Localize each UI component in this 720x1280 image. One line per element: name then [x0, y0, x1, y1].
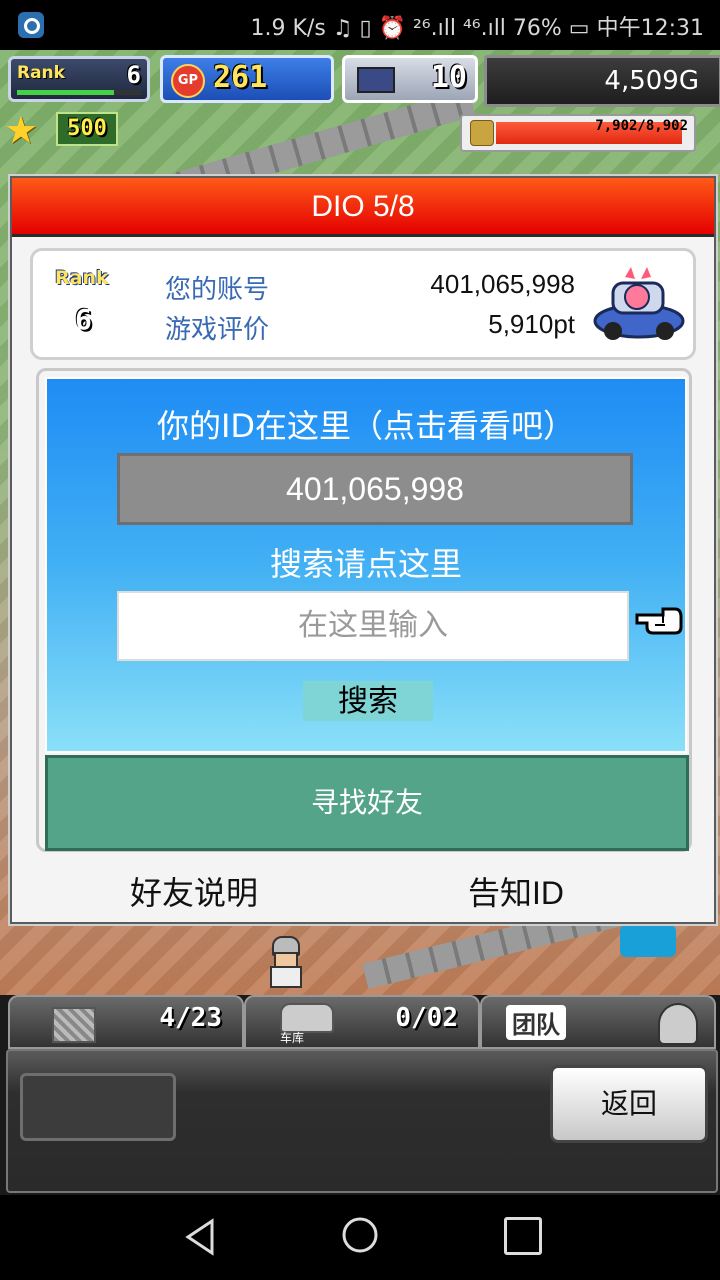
pointing-hand-icon	[635, 607, 683, 635]
car-avatar-icon	[593, 267, 685, 340]
account-value: 401,065,998	[430, 269, 575, 299]
team-label: 团队	[506, 1005, 566, 1040]
id-area: 你的ID在这里（点击看看吧） 401,065,998 搜索请点这里 在这里输入 …	[45, 377, 687, 753]
search-button[interactable]: 搜索	[303, 681, 433, 721]
gp-value: 261	[213, 60, 268, 95]
computer-icon	[357, 67, 395, 93]
profile-rank-label: Rank	[55, 267, 109, 289]
gp-coin-icon: GP	[171, 64, 205, 98]
player-id-display[interactable]: 401,065,998	[117, 453, 633, 525]
status-bar-text: 1.9 K/s ♫ ▯ ⏰ ²⁶.ıll ⁴⁶.ıll 76% ▭ 中午12:3…	[250, 16, 704, 41]
energy-value: 7,902/8,902	[595, 118, 688, 134]
materials-count: 4/23	[159, 1003, 222, 1033]
return-button[interactable]: 返回	[550, 1065, 708, 1143]
id-hint-text: 你的ID在这里（点击看看吧）	[156, 407, 576, 445]
garage-count: 0/02	[395, 1003, 458, 1033]
recent-apps-icon[interactable]	[504, 1217, 542, 1255]
app-notification-icon	[18, 12, 44, 38]
friend-dialog: DIO 5/8 Rank 6 您的账号 401,065,998 游戏评价 5,9…	[10, 176, 716, 924]
team-member-avatar	[658, 1003, 698, 1045]
garage-label: 车库	[280, 1031, 305, 1045]
rank-value: 6	[126, 61, 141, 89]
home-icon[interactable]	[340, 1215, 380, 1255]
profile-rank-value: 6	[75, 303, 92, 336]
worker-character	[264, 936, 304, 988]
action-panel: 返回	[6, 1049, 718, 1193]
dialog-title: DIO 5/8	[12, 178, 714, 237]
empty-action-slot[interactable]	[20, 1073, 176, 1141]
status-bar: 1.9 K/s ♫ ▯ ⏰ ²⁶.ıll ⁴⁶.ıll 76% ▭ 中午12:3…	[0, 0, 720, 50]
profile-card: Rank 6 您的账号 401,065,998 游戏评价 5,910pt	[30, 248, 696, 360]
water-tank	[620, 925, 676, 957]
account-label: 您的账号	[165, 275, 270, 305]
find-friend-button[interactable]: 寻找好友	[45, 755, 689, 851]
star-icon: ★	[4, 108, 39, 152]
back-icon[interactable]	[182, 1217, 222, 1257]
money-display: 4,509G	[484, 55, 720, 107]
energy-meter: 7,902/8,902	[460, 114, 696, 152]
search-hint-text: 搜索请点这里	[269, 545, 462, 583]
fuel-barrel-icon	[470, 120, 494, 146]
rating-label: 游戏评价	[165, 315, 270, 345]
friend-help-link[interactable]: 好友说明	[130, 868, 258, 914]
system-nav-bar	[0, 1195, 720, 1280]
friend-id-input[interactable]: 在这里输入	[117, 591, 629, 661]
crate-icon	[52, 1007, 96, 1043]
rank-progress-bar	[17, 90, 141, 95]
computer-counter[interactable]: 10	[342, 55, 478, 103]
rank-label: Rank	[17, 63, 65, 83]
computer-value: 10	[430, 60, 467, 95]
rating-value: 5,910pt	[488, 309, 575, 339]
share-id-link[interactable]: 告知ID	[468, 868, 564, 914]
id-search-panel: 你的ID在这里（点击看看吧） 401,065,998 搜索请点这里 在这里输入 …	[36, 368, 692, 852]
money-value: 4,509G	[604, 66, 699, 96]
tab-materials[interactable]: 4/23	[8, 995, 244, 1049]
star-points-value: 500	[56, 112, 118, 146]
tab-garage[interactable]: 车库 0/02	[244, 995, 480, 1049]
player-rank-indicator[interactable]: Rank 6	[8, 56, 150, 102]
bottom-game-bar: 4/23 车库 0/02 团队 返回	[0, 995, 720, 1195]
gp-counter[interactable]: GP 261	[160, 55, 334, 103]
tab-team[interactable]: 团队	[480, 995, 716, 1049]
